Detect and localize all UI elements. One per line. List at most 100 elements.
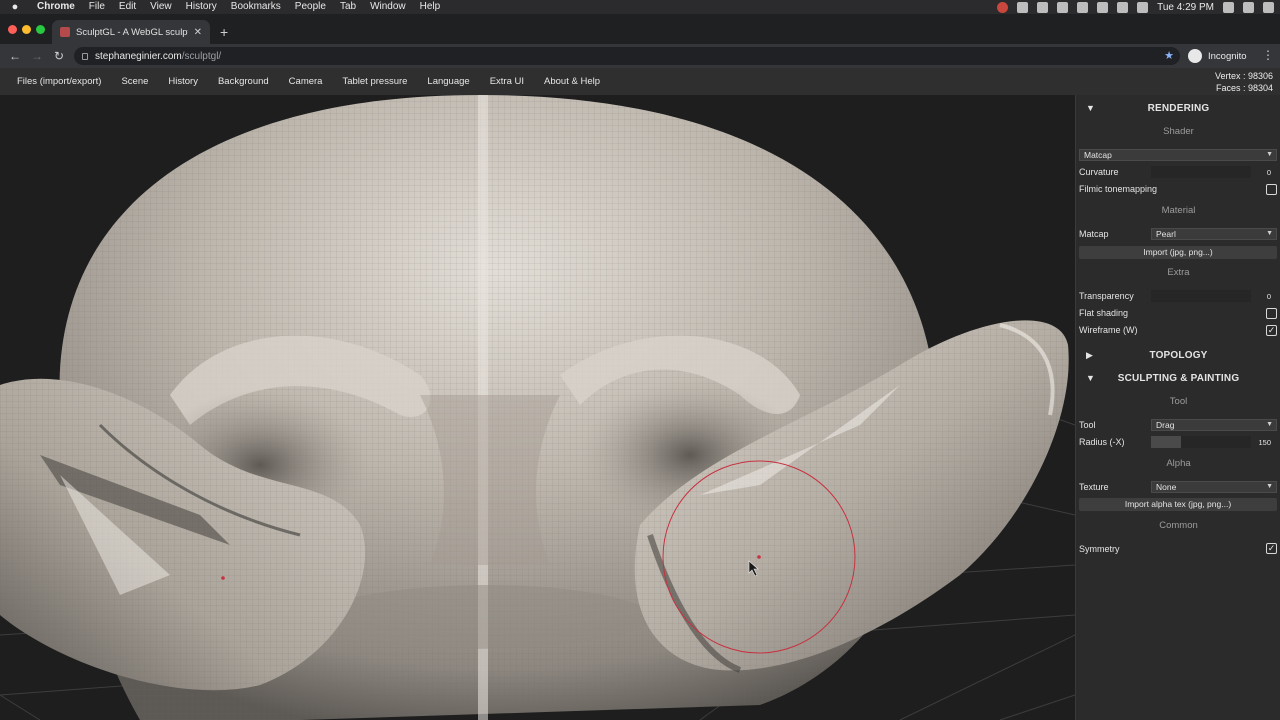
creative-cloud-icon[interactable] [1017,1,1029,13]
back-icon[interactable]: ← [4,49,26,63]
radius-value[interactable]: 150 [1247,438,1271,447]
filmic-tonemapping-label: Filmic tonemapping [1079,184,1158,194]
menu-language[interactable]: Language [417,68,479,95]
forward-icon[interactable]: → [26,49,48,63]
import-alpha-texture-button[interactable]: Import alpha tex (jpg, png...) [1079,498,1277,511]
menu-files-import-export[interactable]: Files (import/export) [7,68,111,95]
material-subtitle: Material [1161,205,1196,216]
matcap-select[interactable]: Pearl ▼ [1151,228,1277,240]
menu-view[interactable]: View [143,0,179,14]
browser-toolbar: ← → ↻ stephaneginier.com/sculptgl/ ★ Inc… [0,44,1280,68]
alpha-subtitle: Alpha [1166,458,1191,469]
collapse-triangle-icon[interactable]: ▼ [1086,103,1095,113]
clock[interactable]: Tue 4:29 PM [1157,2,1214,13]
menu-scene[interactable]: Scene [111,68,158,95]
status-tray: Tue 4:29 PM [997,0,1274,14]
record-icon[interactable] [997,1,1009,13]
tool-label: Tool [1079,420,1096,430]
filmic-tonemapping-checkbox[interactable] [1266,184,1277,195]
new-tab-icon[interactable]: + [220,24,228,40]
minimize-window-button[interactable] [22,25,31,34]
chevron-down-icon: ▼ [1266,483,1273,490]
mesh-stats: Vertex : 98306 Faces : 98304 [1215,70,1273,94]
macos-menu-bar: ● Chrome File Edit View History Bookmark… [0,0,1280,14]
lock-icon[interactable] [82,52,88,60]
sculpt-viewport[interactable] [0,95,1075,720]
battery-icon[interactable] [1057,1,1069,13]
flat-shading-checkbox[interactable] [1266,308,1277,319]
menu-tablet-pressure[interactable]: Tablet pressure [332,68,417,95]
radius-slider[interactable] [1151,436,1251,448]
wireframe-checkbox[interactable]: ✓ [1266,325,1277,336]
flat-shading-label: Flat shading [1079,308,1129,318]
sculpt-canvas[interactable] [0,95,1075,720]
expand-triangle-icon[interactable]: ▶ [1086,350,1093,361]
texture-select[interactable]: None ▼ [1151,481,1277,493]
transparency-slider[interactable] [1151,290,1251,302]
chevron-down-icon: ▼ [1266,421,1273,428]
curvature-value[interactable]: 0 [1247,168,1271,177]
spotlight-search-icon[interactable] [1243,1,1254,13]
radius-slider-fill [1151,436,1181,448]
menu-window[interactable]: Window [363,0,413,14]
browser-tab[interactable]: SculptGL - A WebGL sculpting ✕ [52,20,210,44]
menu-app-name[interactable]: Chrome [30,0,82,14]
cloud-icon[interactable] [1037,1,1049,13]
menu-file[interactable]: File [82,0,112,14]
vertex-count: Vertex : 98306 [1214,71,1273,81]
menu-help[interactable]: Help [413,0,448,14]
browser-menu-icon[interactable]: ⋮ [1262,48,1274,62]
address-bar[interactable]: stephaneginier.com/sculptgl/ ★ [74,47,1180,65]
rendering-title: RENDERING [1147,102,1210,114]
settings-panel: ▼ RENDERING Shader Matcap ▼ Curvature 0 … [1075,95,1280,720]
menu-edit[interactable]: Edit [112,0,143,14]
close-tab-icon[interactable]: ✕ [194,27,202,38]
sculptgl-favicon-icon [60,27,70,37]
wifi-icon[interactable] [1117,1,1129,13]
url-path: /sculptgl/ [181,50,222,62]
rendering-section-header[interactable]: ▼ RENDERING [1076,98,1280,118]
menu-camera[interactable]: Camera [279,68,333,95]
sculpting-title: SCULPTING & PAINTING [1117,372,1240,384]
bookmark-star-icon[interactable]: ★ [1164,49,1174,62]
collapse-triangle-icon[interactable]: ▼ [1086,373,1095,383]
tab-title: SculptGL - A WebGL sculpting [76,26,188,38]
curvature-slider[interactable] [1151,166,1251,178]
texture-select-value: None [1156,482,1177,492]
topology-section-header[interactable]: ▶ TOPOLOGY [1076,345,1280,365]
menu-about-help[interactable]: About & Help [534,68,610,95]
menu-people[interactable]: People [288,0,333,14]
maximize-window-button[interactable] [36,25,45,34]
close-window-button[interactable] [8,25,17,34]
import-matcap-button[interactable]: Import (jpg, png...) [1079,246,1277,259]
menu-bookmarks[interactable]: Bookmarks [224,0,288,14]
incognito-icon [1188,49,1202,63]
shader-select-value: Matcap [1084,150,1112,160]
sculptgl-menu-bar: Files (import/export) Scene History Back… [0,68,1280,95]
curvature-label: Curvature [1079,167,1119,177]
volume-icon[interactable] [1137,1,1149,13]
apple-icon[interactable]: ● [0,1,30,13]
shader-select[interactable]: Matcap ▼ [1079,149,1277,161]
keyboard-input-icon[interactable] [1223,1,1234,13]
symmetry-checkbox[interactable]: ✓ [1266,543,1277,554]
sculpting-section-header[interactable]: ▼ SCULPTING & PAINTING [1076,368,1280,388]
reload-icon[interactable]: ↻ [48,49,70,63]
menu-extra-ui[interactable]: Extra UI [480,68,534,95]
bluetooth-icon[interactable] [1097,1,1109,13]
transparency-value[interactable]: 0 [1247,292,1271,301]
menu-history[interactable]: History [179,0,224,14]
transparency-label: Transparency [1079,291,1134,301]
menu-background[interactable]: Background [208,68,279,95]
incognito-profile[interactable]: Incognito [1188,49,1247,63]
tool-select-value: Drag [1156,420,1175,430]
texture-label: Texture [1079,482,1109,492]
display-icon[interactable] [1077,1,1089,13]
tool-select[interactable]: Drag ▼ [1151,419,1277,431]
menu-history[interactable]: History [158,68,208,95]
chevron-down-icon: ▼ [1266,151,1273,158]
menu-tab[interactable]: Tab [333,0,363,14]
control-center-icon[interactable] [1263,1,1274,13]
wireframe-label: Wireframe (W) [1079,325,1138,335]
topology-title: TOPOLOGY [1149,349,1208,361]
